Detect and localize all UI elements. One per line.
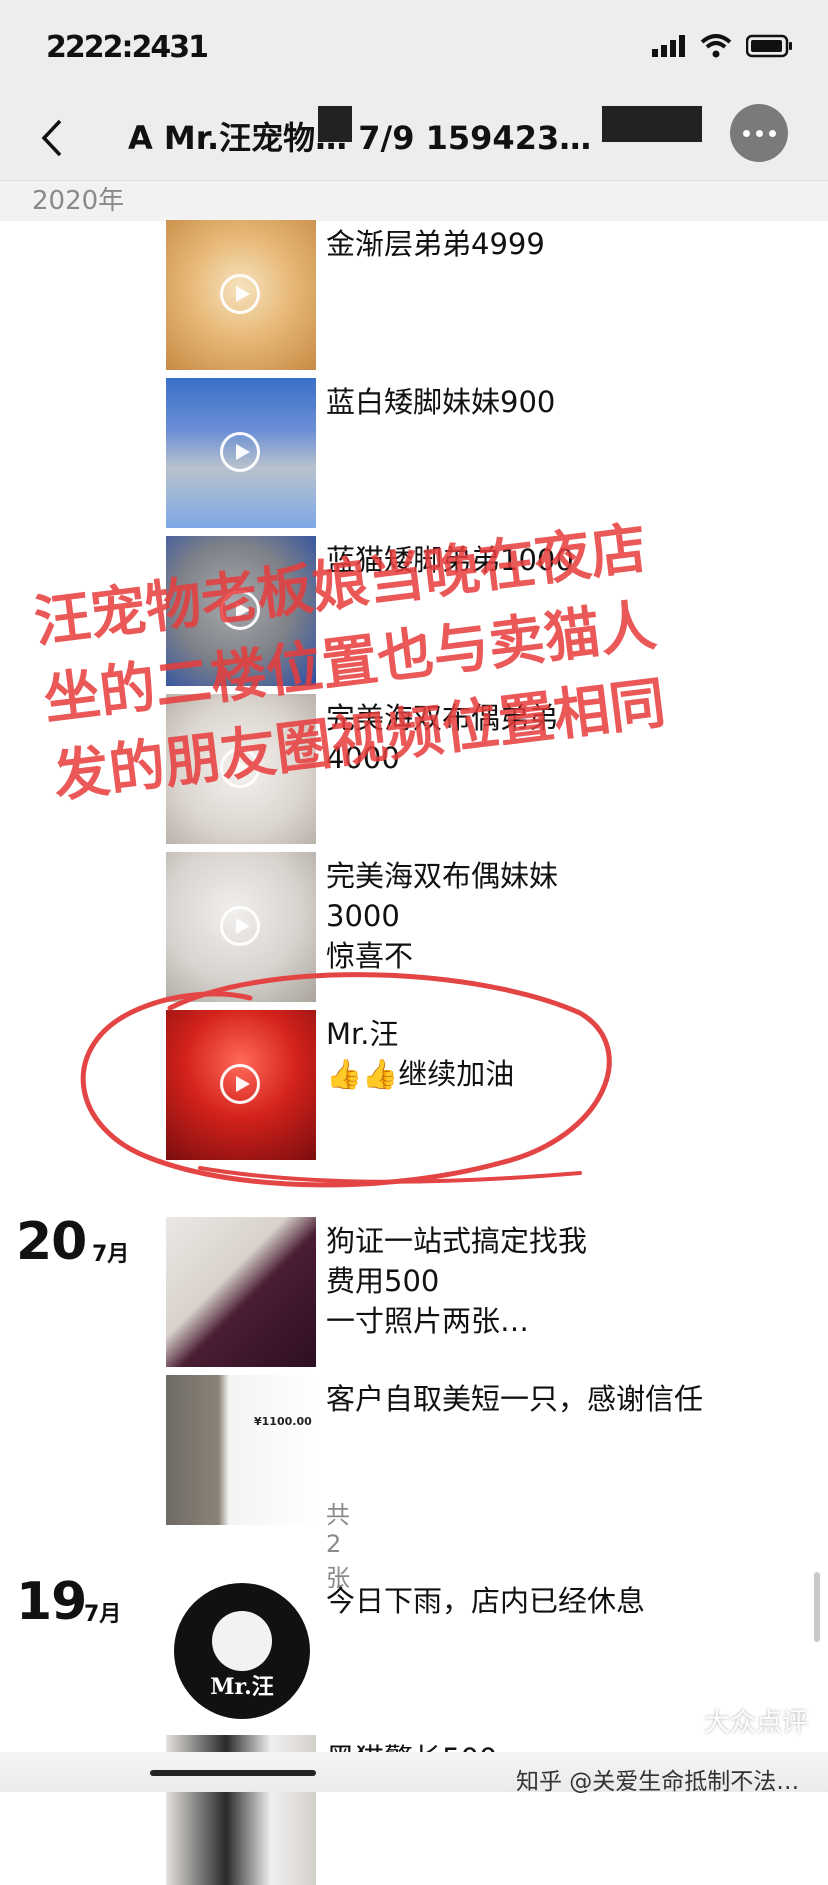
play-icon [220, 590, 260, 630]
image-count: 共2张 [326, 1501, 350, 1592]
play-icon [220, 748, 260, 788]
bottom-bar: 知乎 @关爱生命抵制不法… [0, 1752, 828, 1795]
dianping-watermark: 大众点评 [703, 1708, 808, 1738]
status-bar: 2222:2431 [0, 0, 828, 96]
video-thumbnail[interactable] [166, 220, 316, 370]
shop-logo: Mr.汪 [174, 1583, 310, 1719]
nav-bar: A Mr.汪宠物… 7/9 159423… [0, 96, 828, 180]
receipt-amount: ¥1100.00 [254, 1415, 312, 1428]
year-header: 2020年 [0, 180, 828, 221]
status-icons [652, 34, 794, 58]
post-text: 完美海双布偶妹妹 3000 惊喜不 [326, 859, 559, 973]
post-text: 蓝白矮脚妹妹900 [326, 385, 556, 419]
image-thumbnail[interactable] [166, 1217, 316, 1367]
more-icon [742, 129, 750, 137]
video-thumbnail[interactable] [166, 694, 316, 844]
signal-icon [652, 35, 685, 57]
battery-icon [746, 34, 792, 58]
zhihu-watermark: 知乎 @关爱生命抵制不法… [516, 1769, 800, 1795]
post-text: 金渐层弟弟4999 [326, 227, 545, 261]
post-text: 今日下雨，店内已经休息 [326, 1584, 646, 1618]
year-label: 2020年 [32, 186, 125, 216]
censor-mask [318, 106, 352, 142]
more-button[interactable] [730, 104, 788, 162]
home-indicator [150, 1770, 316, 1776]
image-thumbnail[interactable]: Mr.汪 [166, 1577, 316, 1727]
post-text: 狗证一站式搞定找我 费用500 一寸照片两张… [326, 1224, 588, 1338]
video-thumbnail[interactable] [166, 378, 316, 528]
logo-text: Mr.汪 [210, 1674, 274, 1700]
status-time: 2222:2431 [46, 30, 209, 65]
image-thumbnail[interactable]: ¥1100.00 [166, 1375, 316, 1525]
date-day: 19 [16, 1572, 87, 1632]
annotation-circle [80, 972, 612, 1188]
back-arrow-icon[interactable] [26, 110, 78, 166]
post-text: 完美海双布偶弟弟 4000 [326, 701, 559, 775]
date-month: 7月 [92, 1242, 130, 1267]
date-day: 20 [16, 1212, 87, 1272]
wifi-icon [700, 34, 732, 58]
date-month: 7月 [84, 1602, 122, 1627]
video-thumbnail[interactable] [166, 536, 316, 686]
post-text: 蓝猫矮脚弟弟1000 [326, 543, 574, 577]
scrollbar[interactable] [814, 1572, 820, 1642]
play-icon [220, 906, 260, 946]
post-text: 客户自取美短一只，感谢信任 [326, 1382, 704, 1416]
play-icon [220, 274, 260, 314]
play-icon [220, 432, 260, 472]
censor-mask [602, 106, 702, 142]
